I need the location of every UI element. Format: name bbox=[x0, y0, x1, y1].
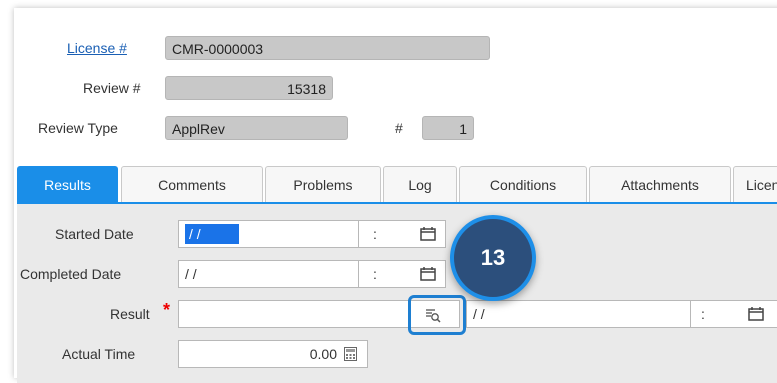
actual-time-label: Actual Time bbox=[62, 346, 136, 362]
time-colon: : bbox=[373, 226, 377, 242]
tab-log[interactable]: Log bbox=[383, 166, 457, 202]
license-number-field: CMR-0000003 bbox=[165, 36, 490, 60]
tab-bar: Results Comments Problems Log Conditions… bbox=[17, 166, 777, 202]
result-label: Result bbox=[110, 306, 150, 322]
lookup-highlight bbox=[408, 295, 466, 335]
time-colon: : bbox=[373, 266, 377, 282]
started-date-selection: / / bbox=[185, 224, 239, 244]
time-colon: : bbox=[701, 306, 705, 322]
required-indicator: * bbox=[163, 300, 171, 320]
calendar-icon[interactable] bbox=[420, 227, 436, 241]
tab-results[interactable]: Results bbox=[17, 166, 118, 202]
callout-badge: 13 bbox=[450, 215, 536, 301]
calendar-icon[interactable] bbox=[420, 267, 436, 281]
tab-problems[interactable]: Problems bbox=[265, 166, 381, 202]
calendar-icon[interactable] bbox=[748, 307, 764, 321]
review-number-field: 15318 bbox=[165, 76, 333, 100]
actual-time-input[interactable]: 0.00 bbox=[178, 340, 368, 368]
completed-date-input[interactable]: / / bbox=[178, 260, 358, 288]
hash-label: # bbox=[395, 120, 403, 136]
tab-licenses[interactable]: Licen bbox=[733, 166, 777, 202]
tab-comments[interactable]: Comments bbox=[121, 166, 263, 202]
calculator-icon[interactable] bbox=[344, 347, 357, 361]
hash-field: 1 bbox=[422, 116, 474, 140]
result-date-input[interactable]: / / bbox=[466, 300, 690, 328]
tab-attachments[interactable]: Attachments bbox=[589, 166, 731, 202]
started-date-input[interactable]: / / bbox=[178, 220, 358, 248]
completed-date-label: Completed Date bbox=[20, 266, 122, 282]
review-number-label: Review # bbox=[83, 80, 141, 96]
tab-conditions[interactable]: Conditions bbox=[459, 166, 587, 202]
review-type-label: Review Type bbox=[38, 120, 118, 136]
license-link[interactable]: License # bbox=[67, 40, 127, 56]
started-date-label: Started Date bbox=[55, 226, 134, 242]
review-type-field: ApplRev bbox=[165, 116, 348, 140]
